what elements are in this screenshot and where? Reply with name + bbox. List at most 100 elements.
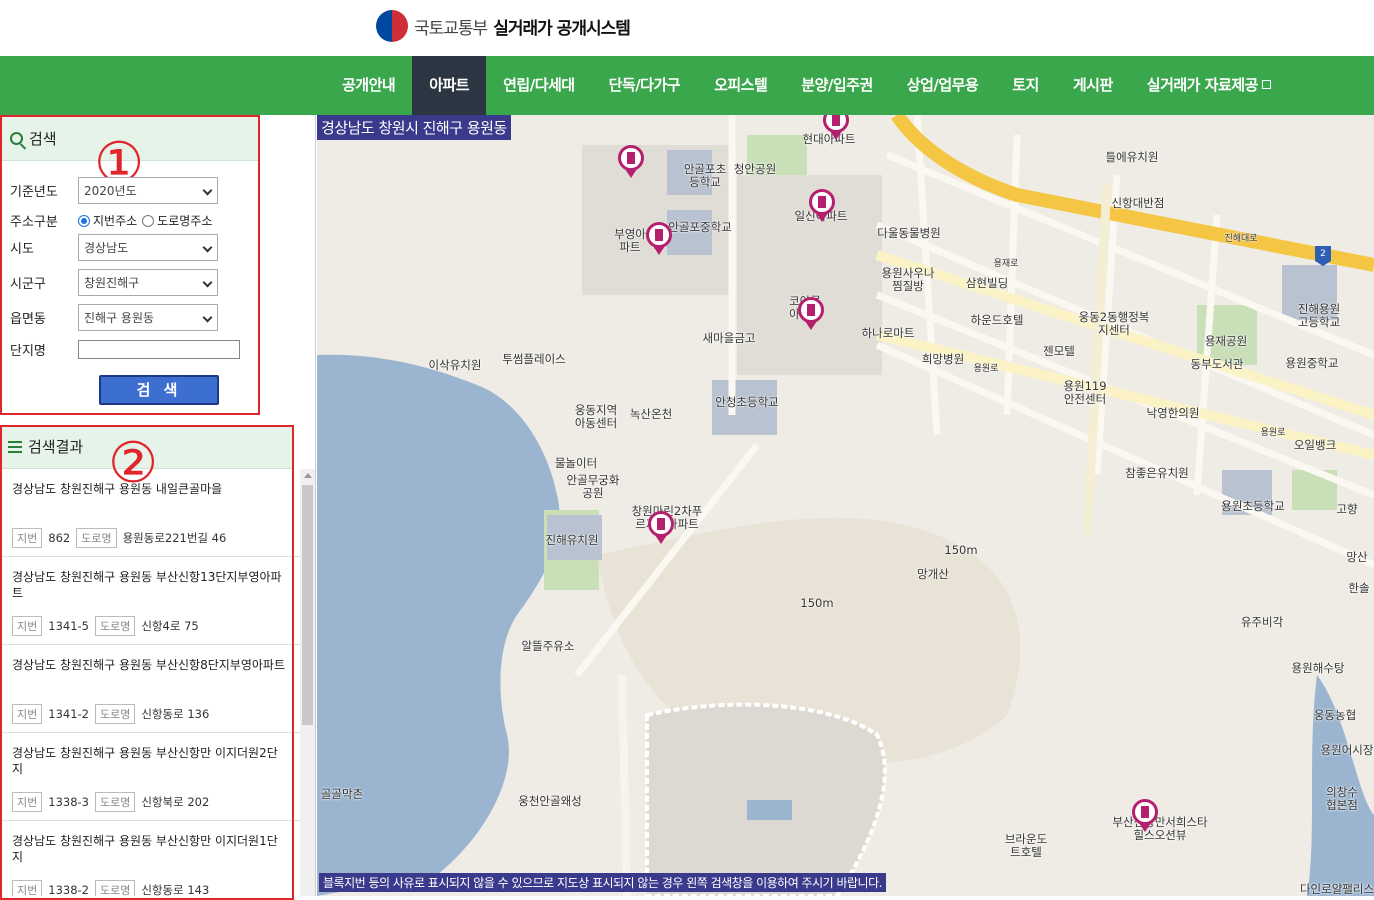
map-label[interactable]: 새마을금고 xyxy=(703,332,756,345)
nav-item-rowhouse[interactable]: 연립/다세대 xyxy=(486,56,591,115)
map-label[interactable]: 브라운도트호텔 xyxy=(1004,833,1048,859)
apartment-pin-icon[interactable] xyxy=(1132,799,1158,833)
map-label[interactable]: 안골포초등학교 xyxy=(681,163,729,189)
map-label[interactable]: 진해용원고등학교 xyxy=(1295,303,1343,329)
sigungu-select[interactable]: 창원진해구 xyxy=(78,269,218,296)
map-label[interactable]: 안청초등학교 xyxy=(715,396,778,409)
apartment-pin-icon[interactable] xyxy=(809,189,835,223)
map-label[interactable]: 물놀이터 xyxy=(555,457,597,470)
search-icon xyxy=(10,132,23,145)
region-label: 경상남도 창원시 진해구 용원동 xyxy=(317,115,511,140)
pond xyxy=(747,800,792,820)
map-label[interactable]: 웅동지역아동센터 xyxy=(574,404,618,430)
site-logo[interactable]: 국토교통부 실거래가 공개시스템 xyxy=(376,10,631,42)
map-label[interactable]: 하운드호텔 xyxy=(971,314,1024,327)
map-label[interactable]: 청안공원 xyxy=(734,163,776,176)
road-address-radio[interactable] xyxy=(142,214,155,227)
sido-select[interactable]: 경상남도 xyxy=(78,234,218,261)
jibun-radio[interactable] xyxy=(78,214,90,227)
chevron-down-icon xyxy=(202,242,213,253)
nav-item-commercial[interactable]: 상업/업무용 xyxy=(890,56,995,115)
map-label[interactable]: 진해유치원 xyxy=(546,534,599,547)
map-label[interactable]: 젠모텔 xyxy=(1043,345,1075,358)
map-label[interactable]: 용재공원 xyxy=(1205,335,1247,348)
map-label[interactable]: 웅동2동행정복지센터 xyxy=(1077,311,1152,337)
map-label[interactable]: 망산 xyxy=(1346,551,1367,564)
nav-item-board[interactable]: 게시판 xyxy=(1056,56,1130,115)
map-label[interactable]: 망개산 xyxy=(917,568,949,581)
map-label[interactable]: 용원중학교 xyxy=(1286,357,1339,370)
map-label[interactable]: 희망병원 xyxy=(922,353,964,366)
list-item[interactable]: 경상남도 창원진해구 용원동 내일큰골마을 지번 862 도로명 용원동로221… xyxy=(0,469,300,557)
complex-row: 단지명 xyxy=(10,340,240,359)
map-label[interactable]: 참좋은유치원 xyxy=(1125,467,1188,480)
map-label[interactable]: 틀에유치원 xyxy=(1106,151,1159,164)
list-item[interactable]: 경상남도 창원진해구 용원동 부산신항8단지부영아파트 지번 1341-2 도로… xyxy=(0,645,300,733)
result-road: 신항북로 202 xyxy=(141,795,210,809)
map-label[interactable]: 의창수협본점 xyxy=(1322,786,1362,812)
route-number: 2 xyxy=(1320,249,1326,259)
apartment-pin-icon[interactable] xyxy=(823,115,849,141)
nav-item-data-provision[interactable]: 실거래가 자료제공 xyxy=(1130,56,1288,115)
map-label[interactable]: 유주비각 xyxy=(1241,616,1283,629)
year-row: 기준년도 2020년도 xyxy=(10,177,218,204)
map-label[interactable]: 동부도서관 xyxy=(1191,358,1244,371)
map-label[interactable]: 한솔 xyxy=(1348,582,1369,595)
dong-select[interactable]: 진해구 용원동 xyxy=(78,304,218,331)
nav-item-detached[interactable]: 단독/다가구 xyxy=(592,56,697,115)
map-view[interactable]: 현대아파트 틀에유치원 신항대반점 안골포초등학교 청안공원 일신아파트 부영아… xyxy=(317,115,1374,896)
map-label[interactable]: 오일뱅크 xyxy=(1294,439,1336,452)
map-label[interactable]: 웅동농협 xyxy=(1314,709,1356,722)
map-label[interactable]: 안골포중학교 xyxy=(668,221,731,234)
map-label[interactable]: 투썸플레이스 xyxy=(502,353,565,366)
main-nav: 공개안내 아파트 연립/다세대 단독/다가구 오피스텔 분양/입주권 상업/업무… xyxy=(0,56,1374,115)
map-label[interactable]: 삼현빌딩 xyxy=(966,277,1008,290)
nav-item-land[interactable]: 토지 xyxy=(995,56,1056,115)
map-label[interactable]: 용원해수탕 xyxy=(1292,662,1345,675)
minor-road xyxy=(875,341,1374,569)
map-label[interactable]: 녹산온천 xyxy=(630,408,672,421)
road-tag: 도로명 xyxy=(94,880,136,896)
apartment-pin-icon[interactable] xyxy=(798,297,824,331)
map-label[interactable]: 고향 xyxy=(1336,503,1357,516)
complex-name-input[interactable] xyxy=(78,340,240,359)
map-label[interactable]: 웅천안골왜성 xyxy=(518,795,581,808)
map-label[interactable]: 다인로얄팰리스 xyxy=(1300,883,1374,896)
map-label[interactable]: 부산신항만서희스타힐스오션뷰 xyxy=(1110,816,1210,842)
map-label[interactable]: 신항대반점 xyxy=(1112,197,1165,210)
search-button[interactable]: 검 색 xyxy=(99,375,219,405)
map-label[interactable]: 낙영한의원 xyxy=(1147,407,1200,420)
apartment-pin-icon[interactable] xyxy=(648,511,674,545)
nav-item-presale[interactable]: 분양/입주권 xyxy=(784,56,889,115)
results-scrollbar[interactable] xyxy=(300,469,315,896)
map-label[interactable]: 골골막촌 xyxy=(321,788,363,801)
scroll-up-icon[interactable] xyxy=(304,473,312,478)
list-item[interactable]: 경상남도 창원진해구 용원동 부산신항만 이지더원2단지 지번 1338-3 도… xyxy=(0,733,300,821)
map-label[interactable]: 다울동물병원 xyxy=(877,227,940,240)
sidebar: 검색 ① 기준년도 2020년도 주소구분 지번주소 도로명주소 시도 경상남도… xyxy=(0,115,316,900)
list-item[interactable]: 경상남도 창원진해구 용원동 부산신항만 이지더원1단지 지번 1338-2 도… xyxy=(0,821,300,896)
map-label[interactable]: 150m xyxy=(800,597,833,610)
list-item[interactable]: 경상남도 창원진해구 용원동 부산신항13단지부영아파트 지번 1341-5 도… xyxy=(0,557,300,645)
jibun-tag: 지번 xyxy=(12,528,43,548)
apartment-pin-icon[interactable] xyxy=(646,222,672,256)
map-label[interactable]: 용원어시장 xyxy=(1321,744,1374,757)
nav-item-info[interactable]: 공개안내 xyxy=(325,56,412,115)
map-label[interactable]: 150m xyxy=(944,544,977,557)
nav-item-apartment[interactable]: 아파트 xyxy=(412,56,487,115)
road-tag: 도로명 xyxy=(94,792,136,812)
map-label[interactable]: 하나로마트 xyxy=(862,327,915,340)
map-label[interactable]: 알뜰주유소 xyxy=(522,640,575,653)
map-label[interactable]: 부영아파트 xyxy=(612,228,648,254)
chevron-down-icon xyxy=(202,277,213,288)
map-label[interactable]: 이삭유치원 xyxy=(429,359,482,372)
map-label[interactable]: 용원119안전센터 xyxy=(1063,380,1107,406)
map-label[interactable]: 안골무궁화공원 xyxy=(563,474,623,500)
apartment-pin-icon[interactable] xyxy=(618,145,644,179)
result-road: 신항4로 75 xyxy=(141,619,199,633)
scrollbar-thumb[interactable] xyxy=(302,485,313,725)
map-label[interactable]: 용원사우나찜질방 xyxy=(878,267,938,293)
map-label[interactable]: 용원초등학교 xyxy=(1221,500,1284,513)
year-select[interactable]: 2020년도 xyxy=(78,177,218,204)
nav-item-officetel[interactable]: 오피스텔 xyxy=(697,56,784,115)
